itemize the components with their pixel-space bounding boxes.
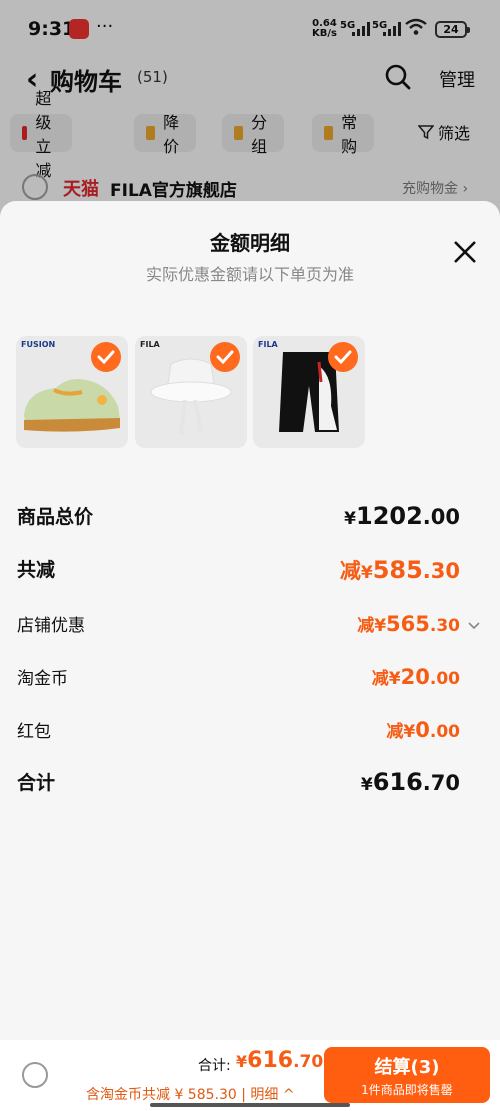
close-icon[interactable]: [452, 239, 478, 265]
product-thumbnail-sneaker[interactable]: FUSION: [16, 336, 128, 448]
hongbao-value: 减¥0.00: [386, 718, 460, 742]
amount-detail-sheet: 金额明细 实际优惠金额请以下单页为准 FUSION FILA FILA 商品总价…: [0, 201, 500, 1111]
brand-logo: FILA: [140, 340, 160, 349]
subtotal-label: 商品总价: [17, 506, 94, 528]
total-label: 合计: [17, 772, 56, 794]
sheet-subtitle: 实际优惠金额请以下单页为准: [145, 265, 354, 284]
taojinbi-label: 淘金币: [17, 669, 68, 689]
checkout-label: 结算(3): [374, 1057, 440, 1078]
selected-check-icon: [328, 342, 358, 372]
selected-check-icon: [210, 342, 240, 372]
sheet-title: 金额明细: [210, 231, 290, 255]
total-value: ¥616.70: [360, 768, 460, 796]
store-discount-value: 减¥565.30: [357, 612, 460, 636]
store-discount-label: 店铺优惠: [17, 616, 85, 636]
taojinbi-value: 减¥20.00: [371, 665, 460, 689]
brand-logo: FILA: [258, 340, 278, 349]
bottom-total-value: ¥616.70: [236, 1048, 324, 1073]
bottom-total-label: 合计:: [198, 1058, 231, 1074]
home-indicator[interactable]: [150, 1103, 350, 1107]
total-discount-label: 共减: [17, 559, 56, 581]
selected-check-icon: [91, 342, 121, 372]
product-thumbnail-shorts[interactable]: FILA: [253, 336, 365, 448]
discount-breakdown-link[interactable]: 含淘金币共减 ¥ 585.30 | 明细 ^: [86, 1084, 295, 1104]
checkout-button[interactable]: 结算(3) 1件商品即将售罄: [324, 1047, 490, 1103]
total-discount-value: 减¥585.30: [339, 556, 460, 584]
subtotal-value: ¥1202.00: [344, 502, 460, 530]
checkout-bar: 合计: ¥616.70 含淘金币共减 ¥ 585.30 | 明细 ^ 结算(3)…: [0, 1040, 500, 1111]
brand-logo: FUSION: [21, 340, 56, 349]
chevron-down-icon[interactable]: [468, 616, 480, 630]
checkout-sublabel: 1件商品即将售罄: [361, 1083, 453, 1097]
product-thumbnail-bucket-hat[interactable]: FILA: [135, 336, 247, 448]
select-all-radio[interactable]: [22, 1062, 48, 1088]
hongbao-label: 红包: [17, 722, 51, 742]
